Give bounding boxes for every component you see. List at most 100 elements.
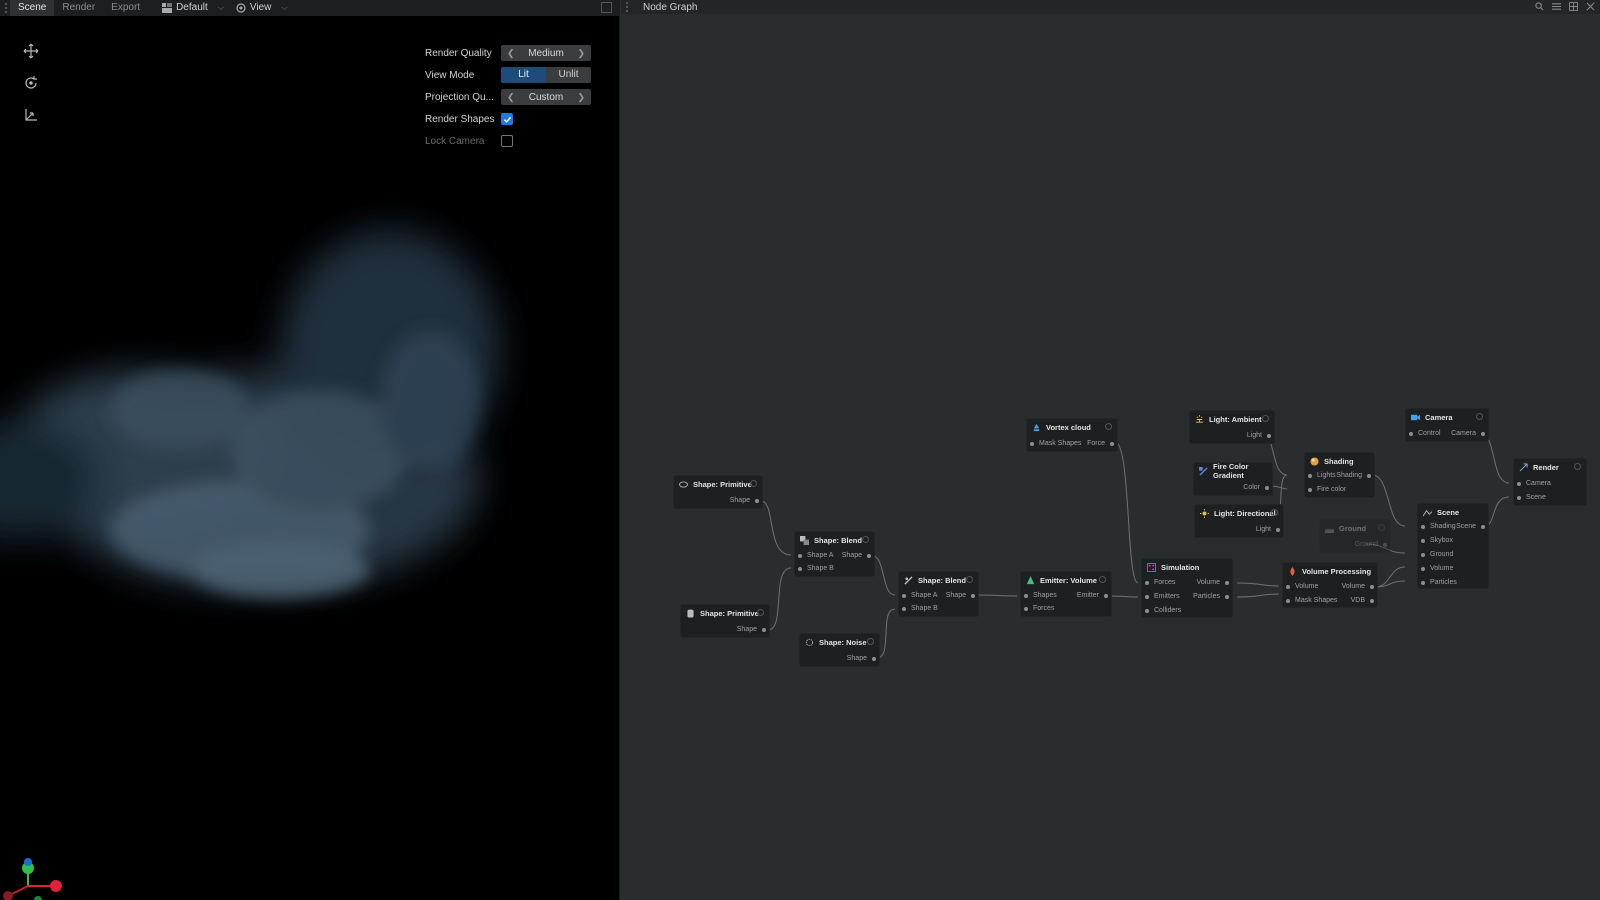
port-out-light[interactable]: Light	[1247, 430, 1274, 442]
node-options-icon[interactable]	[1378, 524, 1385, 531]
list-icon[interactable]	[1551, 1, 1562, 12]
port-in-forces[interactable]: Forces	[1142, 577, 1175, 589]
tab-scene[interactable]: Scene	[10, 0, 55, 16]
port-out-volume[interactable]: Volume	[1342, 581, 1377, 593]
port-out-light[interactable]: Light	[1256, 524, 1283, 536]
port-in-particles[interactable]: Particles	[1418, 577, 1457, 589]
node-simulation[interactable]: Simulation Forces Emitters Colliders Vol…	[1141, 558, 1233, 618]
port-out-color[interactable]: Color	[1243, 482, 1272, 494]
node-shape-primitive-1[interactable]: Shape: Primitive Shape	[673, 475, 763, 509]
chevron-left-icon[interactable]: ❮	[507, 92, 515, 103]
node-ground[interactable]: Ground Ground	[1319, 519, 1391, 553]
node-title: Shape: Primitive	[693, 479, 752, 489]
node-shape-noise[interactable]: Shape: Noise Shape	[799, 633, 880, 667]
node-shape-blend-2[interactable]: Shape: Blend Shape A Shape B Shape	[898, 571, 979, 617]
port-in-shape-a[interactable]: Shape A	[795, 550, 833, 562]
port-in-fire-color[interactable]: Fire color	[1305, 484, 1346, 496]
port-in-mask-shapes[interactable]: Mask Shapes	[1283, 595, 1337, 607]
node-options-icon[interactable]	[1105, 423, 1112, 430]
node-shape-blend-1[interactable]: Shape: Blend Shape A Shape B Shape	[794, 531, 875, 577]
port-in-shape-b[interactable]: Shape B	[795, 563, 834, 575]
view-dropdown[interactable]: View ⌵	[230, 0, 294, 16]
port-out-shape[interactable]: Shape	[842, 550, 874, 562]
render-shapes-checkbox[interactable]	[501, 113, 513, 125]
axes-icon[interactable]	[22, 106, 40, 124]
node-options-icon[interactable]	[862, 536, 869, 543]
render-quality-stepper[interactable]: ❮ Medium ❯	[501, 45, 591, 61]
node-emitter-volume[interactable]: Emitter: Volume Shapes Forces Emitter	[1020, 571, 1112, 617]
panel-grip-icon[interactable]	[2, 0, 10, 16]
layout-dropdown[interactable]: Default ⌵	[156, 0, 230, 16]
chevron-left-icon[interactable]: ❮	[507, 48, 515, 59]
node-options-icon[interactable]	[1271, 509, 1278, 516]
port-in-colliders[interactable]: Colliders	[1142, 605, 1181, 617]
node-vortex-cloud[interactable]: Vortex cloud Mask Shapes Force	[1026, 418, 1118, 452]
port-in-shading[interactable]: Shading	[1418, 521, 1456, 533]
node-options-icon[interactable]	[1262, 415, 1269, 422]
node-light-directional[interactable]: Light: Directional Light	[1194, 504, 1284, 538]
port-out-shape[interactable]: Shape	[737, 624, 769, 636]
port-in-ground[interactable]: Ground	[1418, 549, 1453, 561]
port-out-shading[interactable]: Shading	[1336, 470, 1374, 482]
panel-grip-icon[interactable]	[623, 0, 631, 15]
node-options-icon[interactable]	[867, 638, 874, 645]
node-shading[interactable]: Shading Lights Fire color Shading	[1304, 452, 1375, 498]
node-light-ambient[interactable]: Light: Ambient Light	[1189, 410, 1275, 444]
port-out-shape[interactable]: Shape	[946, 590, 978, 602]
port-in-volume[interactable]: Volume	[1418, 563, 1453, 575]
tab-render[interactable]: Render	[54, 0, 103, 16]
ground-icon	[1325, 524, 1334, 533]
projection-quality-stepper[interactable]: ❮ Custom ❯	[501, 89, 591, 105]
node-options-icon[interactable]	[750, 480, 757, 487]
move-icon[interactable]	[22, 42, 40, 60]
port-out-shape[interactable]: Shape	[730, 495, 762, 507]
axis-gizmo[interactable]	[0, 858, 70, 900]
port-in-lights[interactable]: Lights	[1305, 470, 1336, 482]
port-in-emitters[interactable]: Emitters	[1142, 591, 1180, 603]
node-scene[interactable]: Scene Shading Skybox Ground Volume Parti…	[1417, 503, 1489, 589]
port-in-shapes[interactable]: Shapes	[1021, 590, 1057, 602]
port-out-force[interactable]: Force	[1087, 438, 1117, 450]
port-out-volume[interactable]: Volume	[1197, 577, 1232, 589]
port-out-vdb[interactable]: VDB	[1351, 595, 1377, 607]
node-options-icon[interactable]	[1099, 576, 1106, 583]
node-volume-processing[interactable]: Volume Processing Volume Mask Shapes Vol…	[1282, 562, 1378, 608]
port-in-shape-a[interactable]: Shape A	[899, 590, 937, 602]
chevron-right-icon[interactable]: ❯	[577, 92, 585, 103]
viewport-panel[interactable]: Scene Render Export Default ⌵ View ⌵ Ren…	[0, 0, 620, 900]
node-fire-color-gradient[interactable]: Fire Color Gradient Color	[1193, 462, 1273, 496]
node-shape-primitive-2[interactable]: Shape: Primitive Shape	[680, 604, 770, 638]
node-options-icon[interactable]	[757, 609, 764, 616]
node-graph-panel[interactable]: Node Graph Shape: Primitive Shape Shape:…	[621, 0, 1600, 900]
view-mode-lit-button[interactable]: Lit	[501, 67, 546, 83]
port-in-skybox[interactable]: Skybox	[1418, 535, 1453, 547]
view-mode-unlit-button[interactable]: Unlit	[546, 67, 591, 83]
port-out-ground[interactable]: Ground	[1355, 539, 1390, 551]
port-in-camera[interactable]: Camera	[1514, 478, 1551, 490]
close-icon[interactable]	[1585, 1, 1596, 12]
port-out-scene[interactable]: Scene	[1456, 521, 1488, 533]
port-in-mask-shapes[interactable]: Mask Shapes	[1027, 438, 1081, 450]
port-in-shape-b[interactable]: Shape B	[899, 603, 938, 615]
node-camera[interactable]: Camera Control Camera	[1405, 408, 1489, 442]
port-in-volume[interactable]: Volume	[1283, 581, 1318, 593]
port-out-camera[interactable]: Camera	[1451, 428, 1488, 440]
node-title: Shape: Noise	[819, 637, 867, 647]
tab-export[interactable]: Export	[103, 0, 148, 16]
chevron-right-icon[interactable]: ❯	[577, 48, 585, 59]
port-in-forces[interactable]: Forces	[1021, 603, 1054, 615]
maximize-icon[interactable]	[601, 2, 612, 13]
search-icon[interactable]	[1534, 1, 1545, 12]
rotate-icon[interactable]	[22, 74, 40, 92]
node-render[interactable]: Render Camera Scene	[1513, 458, 1587, 506]
port-out-particles[interactable]: Particles	[1193, 591, 1232, 603]
port-in-scene[interactable]: Scene	[1514, 492, 1546, 504]
node-options-icon[interactable]	[1476, 413, 1483, 420]
node-options-icon[interactable]	[1574, 463, 1581, 470]
node-options-icon[interactable]	[966, 576, 973, 583]
port-out-emitter[interactable]: Emitter	[1077, 590, 1111, 602]
grid-icon[interactable]	[1568, 1, 1579, 12]
port-in-control[interactable]: Control	[1406, 428, 1441, 440]
lock-camera-checkbox[interactable]	[501, 135, 513, 147]
port-out-shape[interactable]: Shape	[847, 653, 879, 665]
